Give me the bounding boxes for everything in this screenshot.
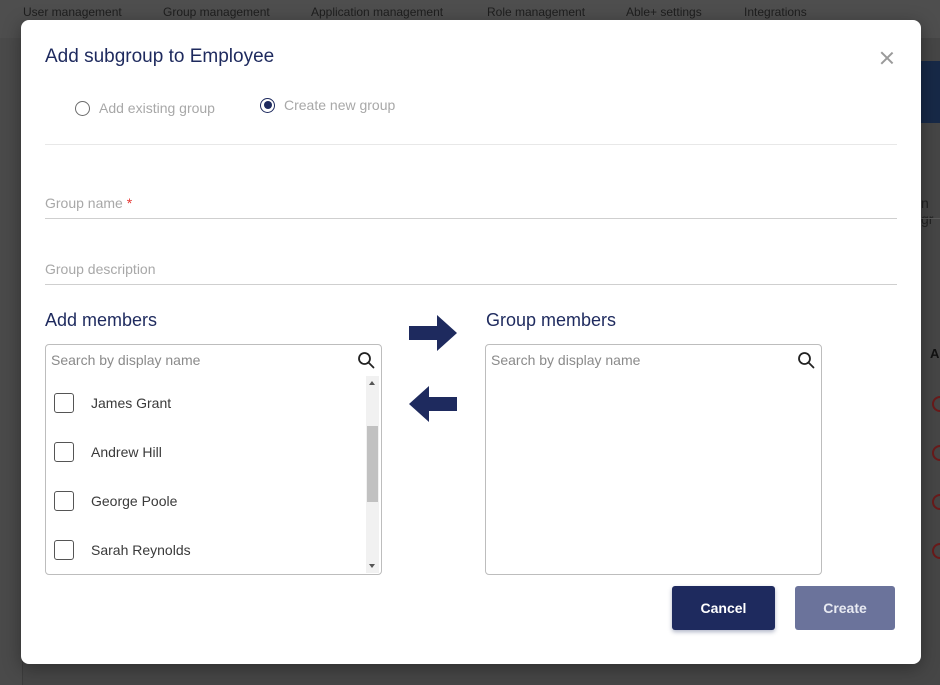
group-description-input[interactable] [45, 259, 897, 284]
scroll-up-icon[interactable] [369, 381, 375, 385]
member-name: Andrew Hill [91, 444, 162, 460]
member-list-item[interactable]: James Grant [54, 391, 171, 415]
background-partial-text: n gr [921, 195, 934, 227]
member-checkbox[interactable] [54, 491, 74, 511]
nav-group-management: Group management [163, 5, 270, 19]
radio-label: Add existing group [99, 100, 215, 116]
member-name: Sarah Reynolds [91, 542, 191, 558]
group-members-list: Search by display name [485, 344, 822, 575]
arrow-right-icon[interactable] [407, 313, 459, 353]
background-header-block [921, 61, 940, 123]
nav-user-management: User management [23, 5, 122, 19]
scrollbar-thumb[interactable] [367, 426, 378, 502]
nav-application-management: Application management [311, 5, 444, 19]
scroll-down-icon[interactable] [369, 564, 375, 568]
arrow-left-icon[interactable] [407, 384, 459, 424]
group-name-input[interactable] [45, 193, 897, 218]
group-description-field[interactable]: Group description [45, 259, 897, 285]
background-divider [921, 218, 940, 219]
member-name: James Grant [91, 395, 172, 411]
member-list-item[interactable]: Andrew Hill [54, 440, 162, 464]
add-members-title: Add members [45, 310, 158, 330]
cancel-button[interactable]: Cancel [672, 586, 775, 630]
member-checkbox[interactable] [54, 540, 74, 560]
member-checkbox[interactable] [54, 442, 74, 462]
background-column-header: A [930, 346, 940, 361]
create-button[interactable]: Create [795, 586, 895, 630]
radio-circle-selected [260, 97, 275, 113]
nav-integrations: Integrations [744, 5, 807, 19]
section-divider [45, 144, 897, 145]
search-placeholder: Search by display name [491, 352, 641, 368]
group-members-title: Group members [486, 310, 617, 330]
search-placeholder: Search by display name [51, 352, 201, 368]
group-name-field[interactable]: Group name * [45, 193, 897, 219]
radio-add-existing-group[interactable]: Add existing group [75, 100, 215, 116]
radio-label: Create new group [284, 97, 396, 113]
nav-able-settings: Able+ settings [626, 5, 702, 19]
search-icon[interactable] [797, 351, 815, 369]
add-members-list: Search by display name James Grant Andre… [45, 344, 382, 575]
radio-circle [75, 100, 90, 116]
nav-role-management: Role management [487, 5, 586, 19]
member-list-item[interactable]: George Poole [54, 489, 177, 513]
group-members-search[interactable]: Search by display name [486, 345, 821, 375]
member-list-item[interactable]: Sarah Reynolds [54, 538, 191, 562]
close-icon[interactable] [879, 50, 895, 66]
add-members-search[interactable]: Search by display name [46, 345, 381, 375]
radio-create-new-group[interactable]: Create new group [260, 97, 395, 113]
add-subgroup-dialog: Add subgroup to Employee Add existing gr… [21, 20, 921, 664]
member-checkbox[interactable] [54, 393, 74, 413]
member-list-scrollbar[interactable] [366, 376, 379, 573]
member-name: George Poole [91, 493, 178, 509]
search-icon[interactable] [357, 351, 375, 369]
dialog-title: Add subgroup to Employee [45, 46, 275, 67]
